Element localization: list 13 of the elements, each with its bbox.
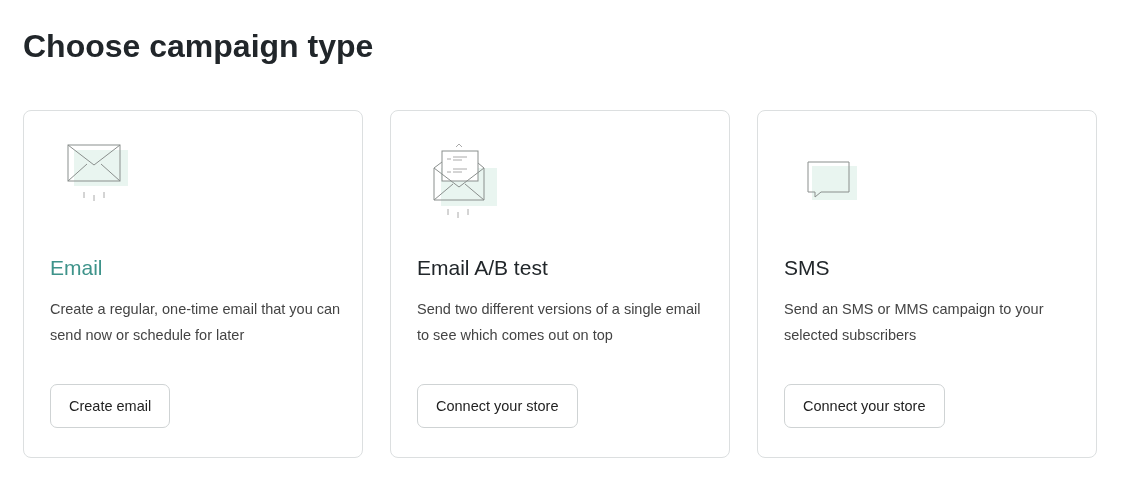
campaign-card[interactable]: Email A/B test Send two different versions of a single email to see which comes out on top Connect your store	[390, 110, 730, 458]
card-description: Send an SMS or MMS campaign to your selected subscribers	[784, 300, 1045, 345]
card-description: Send two different versions of a single email to see which comes out on top	[417, 300, 702, 345]
card-button[interactable]: Create email	[50, 384, 171, 428]
campaign-card[interactable]: Email Create a regular, one-time email that you can send now or schedule for later Create email	[23, 110, 363, 458]
page-title: Choose campaign type	[23, 27, 375, 66]
card-description: Create a regular, one-time email that you can send now or schedule for later	[50, 300, 342, 345]
card-title: Email	[50, 255, 104, 281]
card-button[interactable]: Connect your store	[417, 384, 578, 428]
card-title: SMS	[784, 255, 831, 281]
campaign-card[interactable]: SMS Send an SMS or MMS campaign to your selected subscribers Connect your store	[757, 110, 1097, 458]
card-button[interactable]: Connect your store	[784, 384, 945, 428]
card-title: Email A/B test	[417, 255, 549, 281]
